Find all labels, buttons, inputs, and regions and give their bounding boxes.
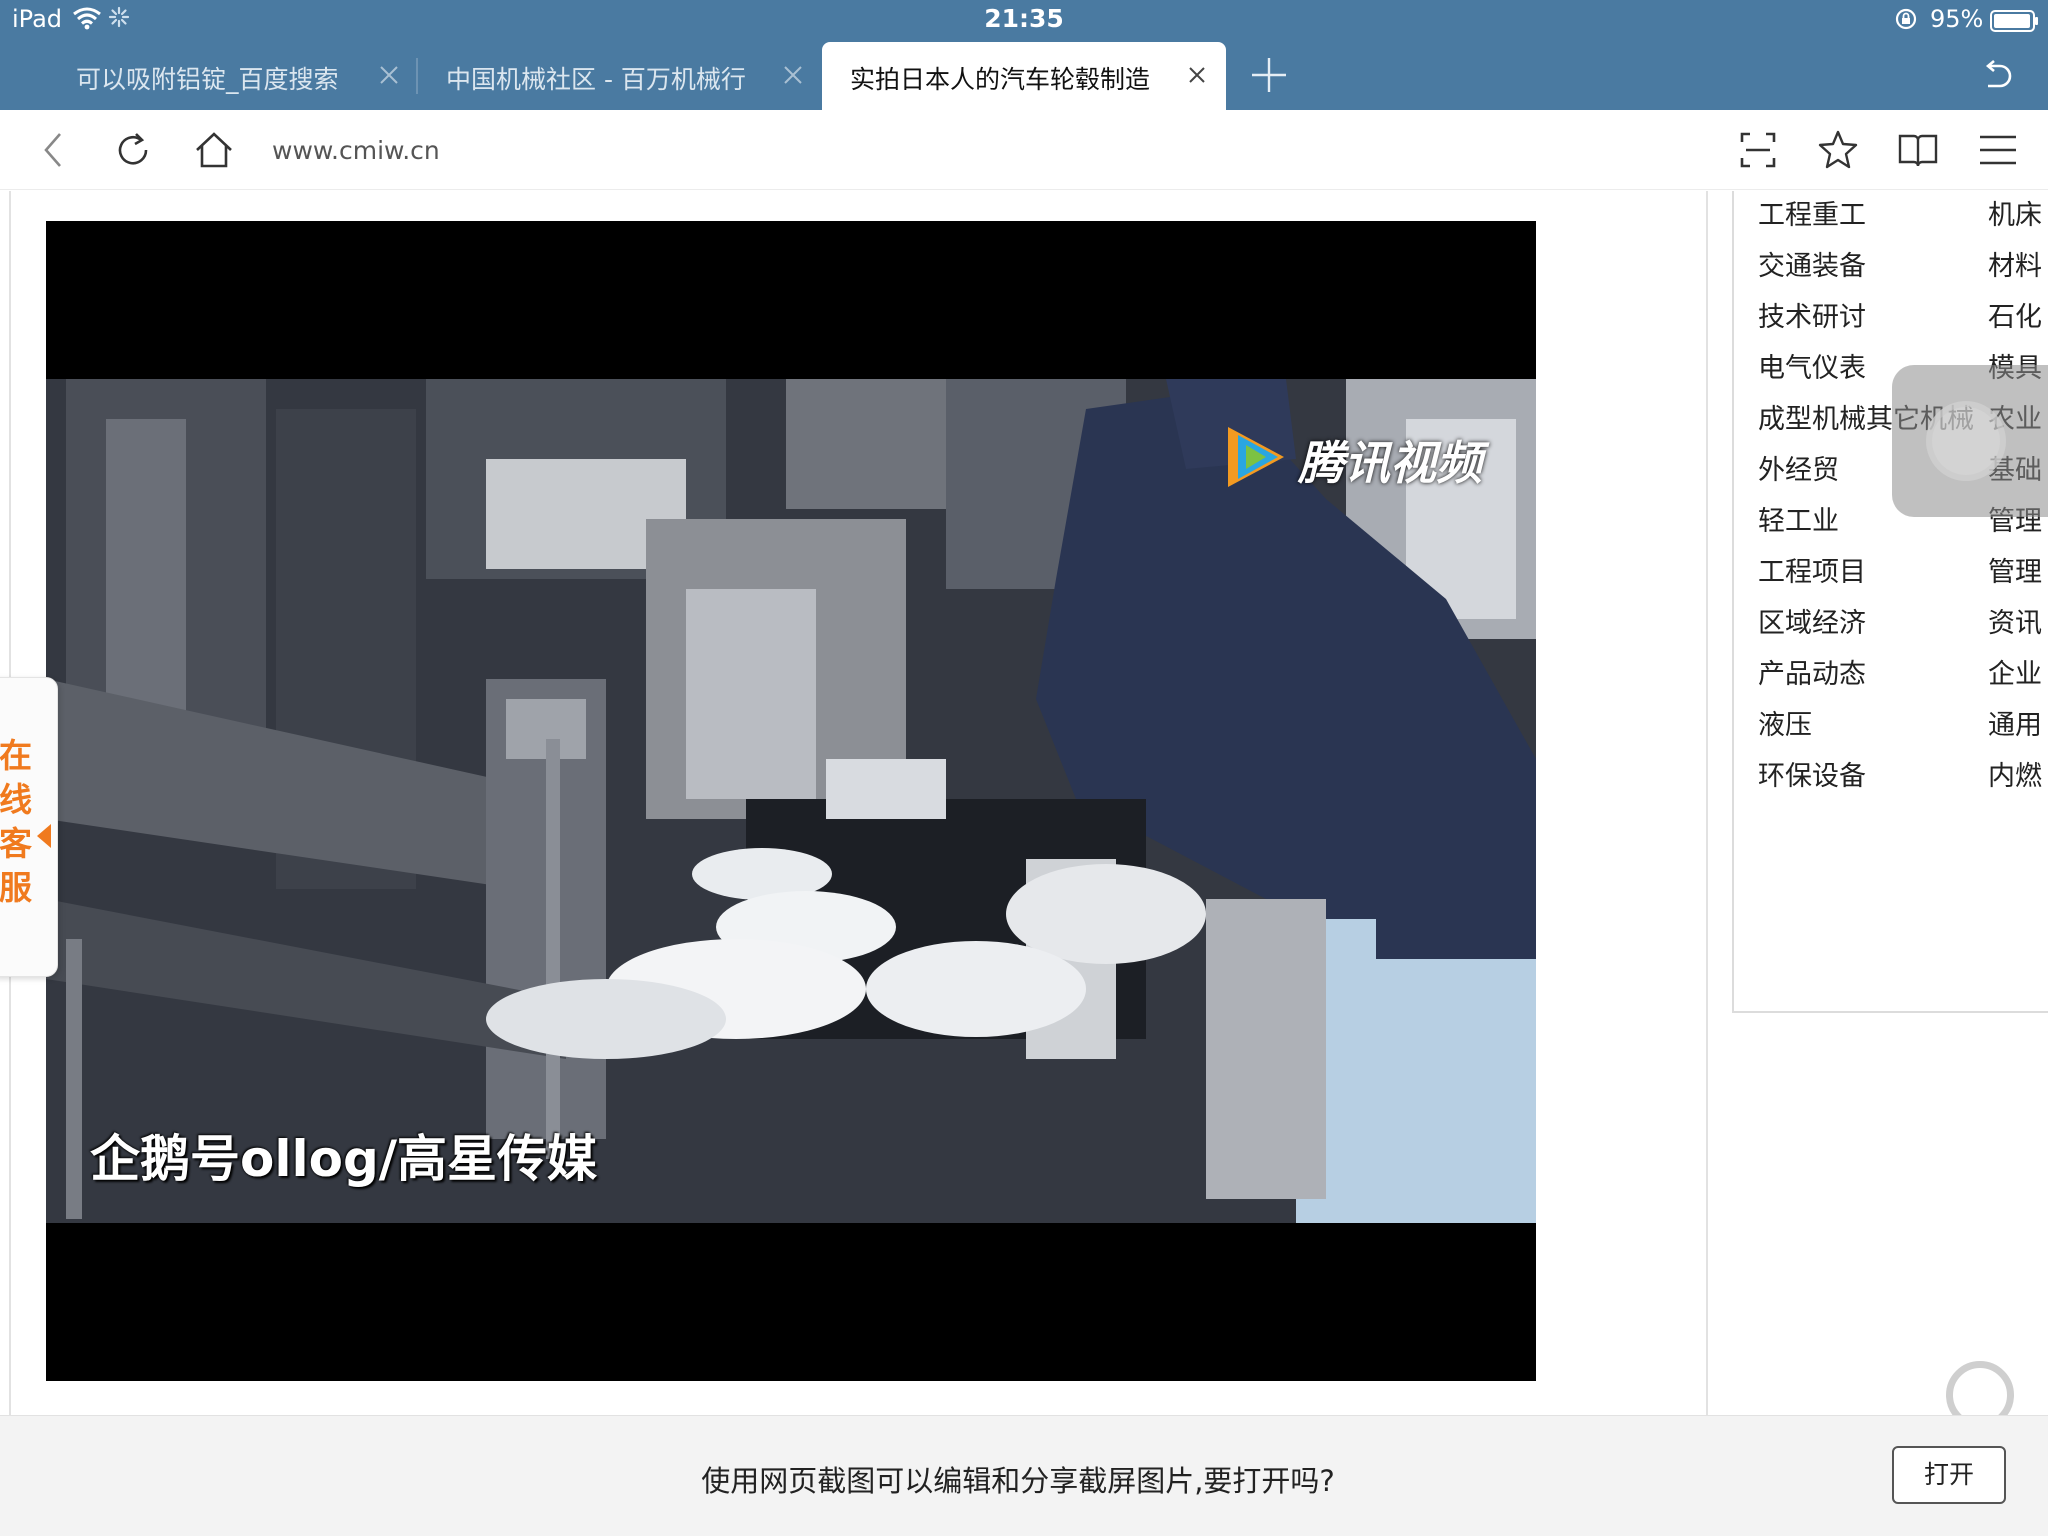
- category-link[interactable]: 机床: [1988, 193, 2042, 232]
- status-bar: iPad 21:35 95%: [0, 0, 2048, 40]
- battery-percent: 95%: [1930, 5, 1984, 33]
- menu-icon[interactable]: [1976, 128, 2020, 172]
- factory-scene-image: [46, 379, 1536, 1223]
- video-frame[interactable]: 腾讯视频 企鹅号ollog/高星传媒: [46, 379, 1536, 1223]
- category-link[interactable]: 区域经济: [1758, 601, 1866, 640]
- category-link[interactable]: 交通装备: [1758, 244, 1866, 283]
- clock: 21:35: [984, 4, 1064, 33]
- category-row: 环保设备 内燃: [1758, 748, 2048, 799]
- category-link[interactable]: 石化: [1988, 295, 2042, 334]
- category-link[interactable]: 电气仪表: [1758, 346, 1866, 385]
- new-tab-icon[interactable]: [1250, 56, 1288, 94]
- browser-tab[interactable]: 可以吸附铝锭_百度搜索: [76, 42, 416, 110]
- online-service-tab[interactable]: 在线客服: [0, 677, 58, 977]
- close-tab-icon[interactable]: [1186, 64, 1208, 86]
- tencent-video-logo-icon: [1228, 427, 1284, 487]
- tab-title: 中国机械社区 - 百万机械行: [446, 65, 746, 94]
- assistive-touch-icon: [1926, 401, 2006, 481]
- tab-title: 实拍日本人的汽车轮毂制造: [850, 65, 1151, 94]
- category-row: 区域经济 资讯: [1758, 595, 2048, 646]
- rotation-lock-icon: [1895, 8, 1917, 30]
- category-panel: 工程重工 机床 交通装备 材料 技术研讨 石化 电气仪表 模具 成型机械其它机械…: [1732, 191, 2048, 1013]
- category-row: 工程重工 机床: [1758, 191, 2048, 238]
- category-row: 技术研讨 石化: [1758, 289, 2048, 340]
- category-link[interactable]: 管理: [1988, 550, 2042, 589]
- scroll-top-ring-icon[interactable]: [1946, 1361, 2014, 1415]
- category-link[interactable]: 内燃: [1988, 754, 2042, 793]
- watermark-label: 腾讯视频: [1298, 436, 1482, 490]
- caret-left-icon: [37, 824, 51, 848]
- divider: [1706, 191, 1708, 1415]
- category-link[interactable]: 轻工业: [1758, 499, 1839, 538]
- category-link[interactable]: 通用: [1988, 703, 2042, 742]
- tab-title: 可以吸附铝锭_百度搜索: [76, 65, 339, 94]
- category-row: 交通装备 材料: [1758, 238, 2048, 289]
- online-service-label: 在线客服: [0, 736, 32, 907]
- category-link[interactable]: 材料: [1988, 244, 2042, 283]
- back-icon[interactable]: [32, 128, 76, 172]
- prompt-message: 使用网页截图可以编辑和分享截屏图片,要打开吗?: [701, 1464, 1335, 1498]
- category-link[interactable]: 外经贸: [1758, 448, 1839, 487]
- category-link[interactable]: 产品动态: [1758, 652, 1866, 691]
- category-link[interactable]: 液压: [1758, 703, 1812, 742]
- category-row: 液压 通用: [1758, 697, 2048, 748]
- tencent-video-watermark: 腾讯视频: [1218, 419, 1482, 499]
- video-player[interactable]: 腾讯视频 企鹅号ollog/高星传媒: [46, 221, 1536, 1381]
- url-field[interactable]: www.cmiw.cn: [272, 136, 440, 165]
- screenshot-crop-icon[interactable]: [1736, 128, 1780, 172]
- web-page[interactable]: 腾讯视频 企鹅号ollog/高星传媒 工程重工 机床 交通装备 材料 技术研讨 …: [0, 191, 2048, 1415]
- category-row: 产品动态 企业: [1758, 646, 2048, 697]
- category-link[interactable]: 工程项目: [1758, 550, 1866, 589]
- battery-icon: [1990, 10, 2038, 32]
- video-caption: 企鹅号ollog/高星传媒: [90, 1130, 598, 1188]
- category-link[interactable]: 技术研讨: [1758, 295, 1866, 334]
- category-link[interactable]: 企业: [1988, 652, 2042, 691]
- close-tab-icon[interactable]: [782, 64, 804, 86]
- category-link[interactable]: 工程重工: [1758, 193, 1866, 232]
- screenshot-prompt-bar: 使用网页截图可以编辑和分享截屏图片,要打开吗? 打开: [0, 1415, 2048, 1536]
- category-row: 工程项目 管理: [1758, 544, 2048, 595]
- browser-toolbar: www.cmiw.cn: [0, 110, 2048, 190]
- category-link[interactable]: 环保设备: [1758, 754, 1866, 793]
- open-button[interactable]: 打开: [1892, 1446, 2006, 1504]
- tab-divider: [416, 58, 418, 94]
- undo-icon[interactable]: [1980, 60, 2014, 92]
- tab-bar: 可以吸附铝锭_百度搜索 中国机械社区 - 百万机械行 实拍日本人的汽车轮毂制造: [0, 40, 2048, 110]
- category-link[interactable]: 资讯: [1988, 601, 2042, 640]
- home-icon[interactable]: [192, 128, 236, 172]
- reading-mode-book-icon[interactable]: [1896, 128, 1940, 172]
- browser-tab[interactable]: 中国机械社区 - 百万机械行: [446, 42, 816, 110]
- assistive-touch-button[interactable]: [1892, 365, 2048, 517]
- browser-tab-active[interactable]: 实拍日本人的汽车轮毂制造: [822, 42, 1226, 110]
- close-tab-icon[interactable]: [378, 64, 400, 86]
- reload-icon[interactable]: [112, 128, 156, 172]
- bookmark-star-icon[interactable]: [1816, 128, 1860, 172]
